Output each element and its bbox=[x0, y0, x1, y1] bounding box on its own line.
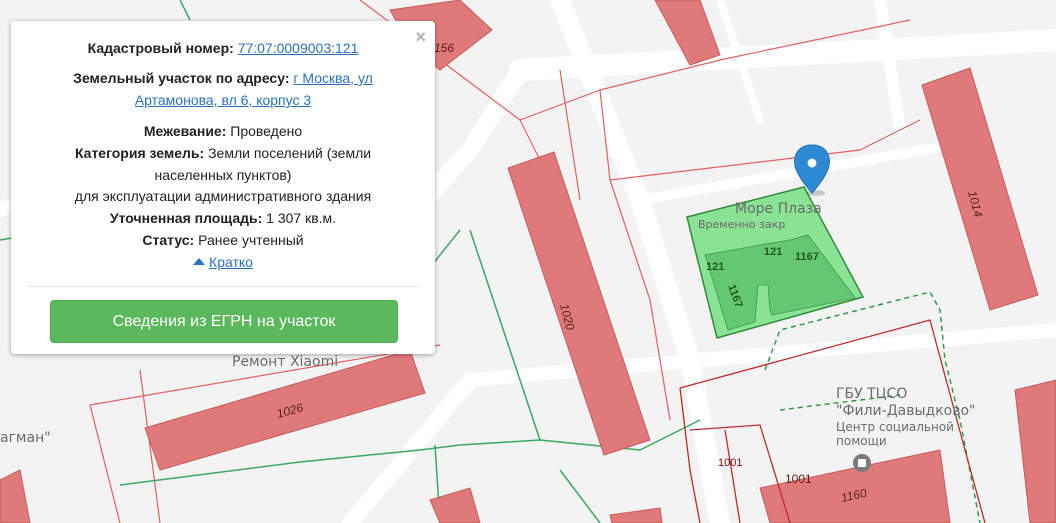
poi-pin-icon[interactable] bbox=[853, 454, 871, 472]
cadastral-number-link[interactable]: 77:07:0009003:121 bbox=[238, 40, 359, 56]
poi-repair-shop: Ремонт Xiaomi bbox=[232, 354, 338, 370]
area-row: Уточненная площадь: 1 307 кв.м. bbox=[11, 207, 435, 229]
info-popup: × Кадастровый номер: 77:07:0009003:121 З… bbox=[11, 21, 435, 354]
address-link-2[interactable]: Артамонова, вл 6, корпус 3 bbox=[135, 92, 311, 108]
status-value: Ранее учтенный bbox=[198, 232, 304, 248]
building-label-1001: 1001 bbox=[785, 472, 812, 486]
poi-more-plaza-sub: Временно закр bbox=[698, 218, 785, 231]
toggle-short-link[interactable]: Кратко bbox=[209, 254, 253, 270]
status-row: Статус: Ранее учтенный bbox=[11, 229, 435, 251]
address-link-1[interactable]: г Москва, ул bbox=[293, 70, 372, 86]
usage-row: для эксплуатации административного здани… bbox=[11, 185, 435, 207]
poi-gbu-line1: ГБУ ТЦСО bbox=[836, 386, 907, 402]
poi-more-plaza: Море Плаза bbox=[735, 201, 822, 217]
area-label: Уточненная площадь: bbox=[109, 210, 263, 226]
plot-label-a: 121 bbox=[706, 261, 724, 273]
plot-label-b: 121 bbox=[764, 246, 782, 258]
egrn-button[interactable]: Сведения из ЕГРН на участок bbox=[50, 300, 398, 343]
poi-gbu-line4: помощи bbox=[836, 434, 887, 448]
building-label-156: 156 bbox=[434, 41, 454, 55]
cadastral-label-1001: 1001 bbox=[718, 457, 742, 469]
survey-row: Межевание: Проведено bbox=[11, 120, 435, 142]
toggle-row: Кратко bbox=[11, 251, 435, 273]
category-value-1: Земли поселений (земли bbox=[208, 145, 372, 161]
survey-label: Межевание: bbox=[143, 123, 227, 139]
area-value: 1 307 кв.м. bbox=[266, 210, 337, 226]
poi-gbu-line3: Центр социальной bbox=[836, 420, 954, 434]
caret-up-icon bbox=[193, 257, 206, 265]
divider bbox=[28, 286, 418, 287]
address-label: Земельный участок по адресу: bbox=[73, 70, 290, 86]
plot-label-c: 1167 bbox=[795, 251, 819, 263]
survey-value: Проведено bbox=[230, 123, 303, 139]
cadastral-number-row: Кадастровый номер: 77:07:0009003:121 bbox=[11, 37, 435, 59]
cadastral-number-label: Кадастровый номер: bbox=[87, 40, 234, 56]
address-row: Земельный участок по адресу: г Москва, у… bbox=[31, 67, 415, 111]
category-value-2: населенных пунктов) bbox=[154, 167, 292, 183]
poi-flagman: агман" bbox=[0, 430, 51, 446]
poi-gbu-line2: "Фили-Давыдково" bbox=[836, 403, 975, 419]
category-row: Категория земель: Земли поселений (земли… bbox=[31, 142, 415, 186]
status-label: Статус: bbox=[142, 232, 195, 248]
category-label: Категория земель: bbox=[74, 145, 205, 161]
usage-value: для эксплуатации административного здани… bbox=[74, 188, 372, 204]
